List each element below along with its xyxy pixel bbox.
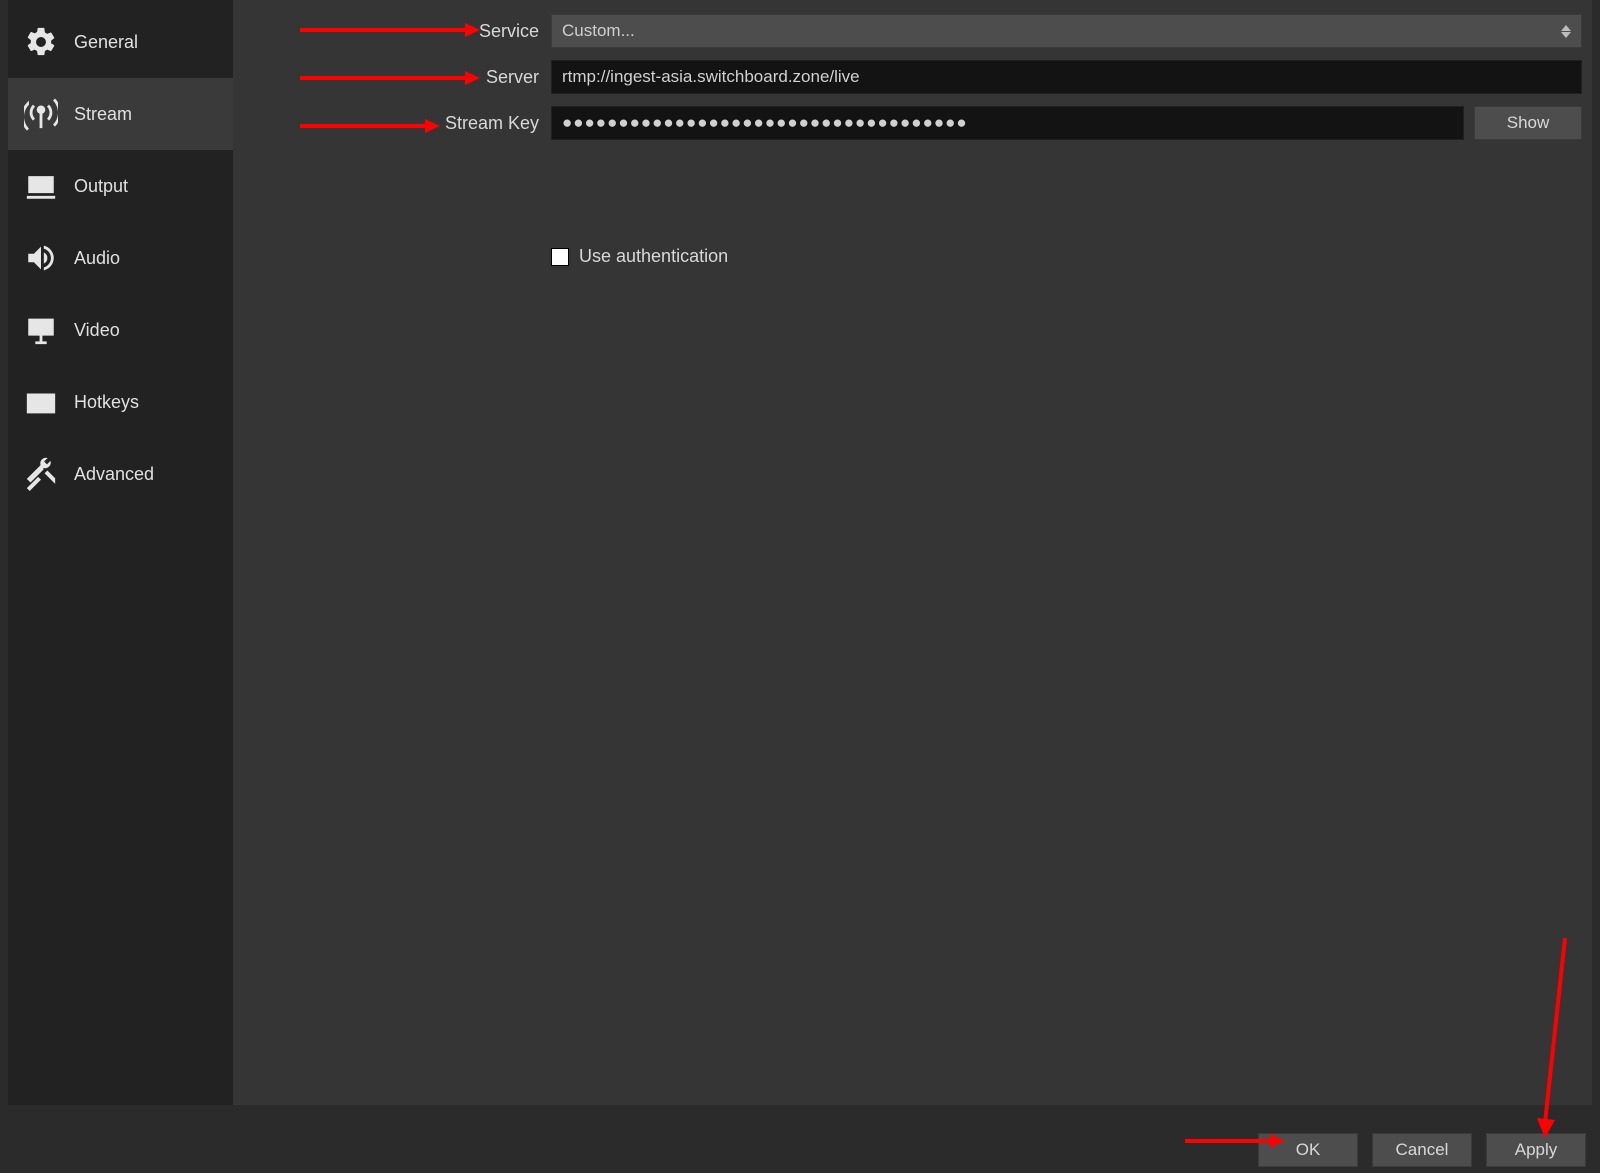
sidebar-item-label: Audio — [74, 248, 120, 269]
settings-sidebar: General Stream Output Audio Video Hotkey… — [8, 0, 233, 1105]
ok-button[interactable]: OK — [1258, 1133, 1358, 1167]
cancel-button[interactable]: Cancel — [1372, 1133, 1472, 1167]
monitor-icon — [22, 311, 60, 349]
sidebar-item-output[interactable]: Output — [8, 150, 233, 222]
sidebar-item-label: Advanced — [74, 464, 154, 485]
sidebar-item-label: Hotkeys — [74, 392, 139, 413]
sidebar-item-advanced[interactable]: Advanced — [8, 438, 233, 510]
service-label: Service — [233, 21, 551, 42]
show-stream-key-button[interactable]: Show — [1474, 106, 1582, 140]
tools-icon — [22, 455, 60, 493]
apply-button[interactable]: Apply — [1486, 1133, 1586, 1167]
sidebar-item-label: General — [74, 32, 138, 53]
use-authentication-checkbox-wrap[interactable]: Use authentication — [551, 246, 728, 267]
server-input[interactable]: rtmp://ingest-asia.switchboard.zone/live — [551, 60, 1582, 94]
sidebar-item-general[interactable]: General — [8, 6, 233, 78]
sidebar-item-hotkeys[interactable]: Hotkeys — [8, 366, 233, 438]
sidebar-item-stream[interactable]: Stream — [8, 78, 233, 150]
gear-icon — [22, 23, 60, 61]
sidebar-item-audio[interactable]: Audio — [8, 222, 233, 294]
server-label: Server — [233, 67, 551, 88]
sidebar-item-label: Stream — [74, 104, 132, 125]
stream-settings-panel: Service Custom... Server rtmp://ingest-a… — [233, 0, 1592, 1105]
stream-key-input[interactable]: ●●●●●●●●●●●●●●●●●●●●●●●●●●●●●●●●●●●● — [551, 106, 1464, 140]
output-icon — [22, 167, 60, 205]
sidebar-item-video[interactable]: Video — [8, 294, 233, 366]
service-select[interactable]: Custom... — [551, 14, 1582, 48]
use-authentication-checkbox[interactable] — [551, 248, 569, 266]
dialog-footer: OK Cancel Apply — [0, 1105, 1600, 1173]
antenna-icon — [22, 95, 60, 133]
sidebar-item-label: Video — [74, 320, 120, 341]
use-authentication-label: Use authentication — [579, 246, 728, 267]
speaker-icon — [22, 239, 60, 277]
service-select-value: Custom... — [562, 21, 635, 40]
dropdown-spinner-icon — [1555, 19, 1577, 43]
stream-key-label: Stream Key — [233, 113, 551, 134]
keyboard-icon — [22, 383, 60, 421]
sidebar-item-label: Output — [74, 176, 128, 197]
